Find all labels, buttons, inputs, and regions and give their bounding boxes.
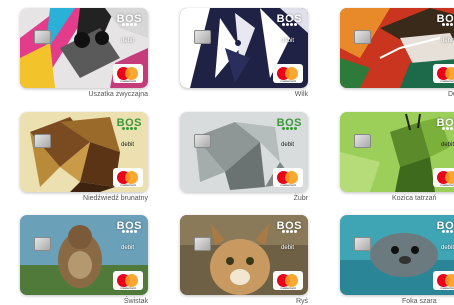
chip-icon (194, 237, 211, 251)
card-dudek[interactable]: BOS debit mastercard (340, 8, 454, 88)
card-rys[interactable]: BOS debit mastercard (180, 215, 308, 295)
card-caption: Niedźwiedź brunatny (83, 195, 148, 202)
bos-logo: BOS (116, 220, 142, 233)
card-item-swistak[interactable]: BOS debit mastercard Świstak (20, 215, 148, 305)
bos-logo: BOS (116, 117, 142, 130)
card-item-foka[interactable]: BOS debit mastercard Foka szara (340, 215, 454, 305)
card-gallery: BOS debit mastercard Uszatka zwyczajna B… (0, 0, 454, 305)
mastercard-icon: mastercard (433, 64, 454, 83)
card-caption: Kozica tatrzań (392, 195, 437, 202)
debit-label: debit (120, 142, 134, 148)
mastercard-icon: mastercard (433, 168, 454, 187)
mastercard-icon: mastercard (433, 271, 454, 290)
card-swistak[interactable]: BOS debit mastercard (20, 215, 148, 295)
debit-label: debit (440, 38, 454, 44)
card-uszatka[interactable]: BOS debit mastercard (20, 8, 148, 88)
card-item-uszatka[interactable]: BOS debit mastercard Uszatka zwyczajna (20, 8, 148, 98)
chip-icon (354, 30, 371, 44)
card-item-zubr[interactable]: BOS debit mastercard Żubr (180, 112, 308, 202)
card-zubr[interactable]: BOS debit mastercard (180, 112, 308, 192)
card-item-rys[interactable]: BOS debit mastercard Ryś (180, 215, 308, 305)
card-wilk[interactable]: BOS debit mastercard (180, 8, 308, 88)
chip-icon (34, 30, 51, 44)
card-caption: Wilk (294, 91, 308, 98)
mastercard-icon: mastercard (273, 64, 303, 83)
debit-label: debit (120, 38, 134, 44)
chip-icon (354, 134, 371, 148)
card-caption: Żubr (293, 195, 308, 202)
debit-label: debit (280, 142, 294, 148)
debit-label: debit (120, 245, 134, 251)
chip-icon (194, 134, 211, 148)
card-item-wilk[interactable]: BOS debit mastercard Wilk (180, 8, 308, 98)
mastercard-icon: mastercard (273, 271, 303, 290)
mastercard-icon: mastercard (113, 271, 143, 290)
mastercard-icon: mastercard (113, 64, 143, 83)
bos-logo: BOS (276, 117, 302, 130)
bos-logo: BOS (116, 13, 142, 26)
chip-icon (34, 237, 51, 251)
bos-logo: BOS (437, 117, 454, 130)
debit-label: debit (440, 245, 454, 251)
card-item-dudek[interactable]: BOS debit mastercard Du (340, 8, 454, 98)
card-item-kozica[interactable]: BOS debit mastercard Kozica tatrzań (340, 112, 454, 202)
card-item-niedzwiedz[interactable]: BOS debit mastercard Niedźwiedź brunatny (20, 112, 148, 202)
bos-logo: BOS (276, 220, 302, 233)
mastercard-icon: mastercard (273, 168, 303, 187)
debit-label: debit (280, 38, 294, 44)
bos-logo: BOS (437, 220, 454, 233)
chip-icon (34, 134, 51, 148)
mastercard-icon: mastercard (113, 168, 143, 187)
chip-icon (194, 30, 211, 44)
card-caption: Uszatka zwyczajna (88, 91, 148, 98)
debit-label: debit (280, 245, 294, 251)
bos-logo: BOS (276, 13, 302, 26)
debit-label: debit (440, 142, 454, 148)
card-kozica[interactable]: BOS debit mastercard (340, 112, 454, 192)
card-foka[interactable]: BOS debit mastercard (340, 215, 454, 295)
card-caption: Du (448, 91, 454, 98)
card-niedzwiedz[interactable]: BOS debit mastercard (20, 112, 148, 192)
chip-icon (354, 237, 371, 251)
bos-logo: BOS (437, 13, 454, 26)
